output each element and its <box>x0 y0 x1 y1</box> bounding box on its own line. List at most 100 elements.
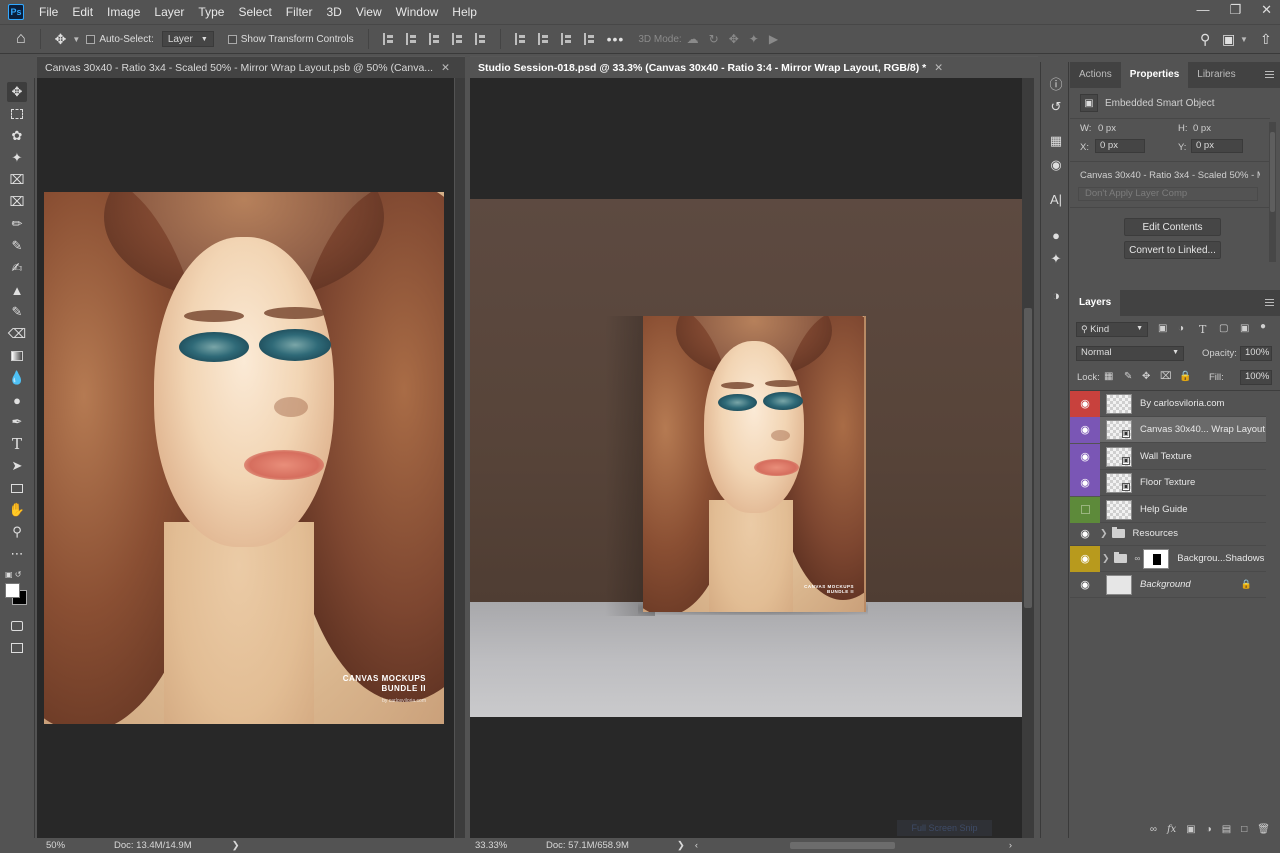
foreground-color-swatch[interactable] <box>5 583 20 598</box>
history-brush-icon[interactable]: ✎ <box>7 302 27 322</box>
adjustments-icon[interactable]: ◑ <box>1047 286 1065 304</box>
visibility-toggle-hidden[interactable] <box>1070 496 1100 523</box>
fill-input[interactable]: 100% <box>1240 370 1272 385</box>
menu-image[interactable]: Image <box>100 0 147 24</box>
pen-tool-icon[interactable]: ✒ <box>7 412 27 432</box>
new-group-icon[interactable]: ▤ <box>1222 824 1231 835</box>
filter-kind-dropdown[interactable]: ⚲ Kind ▼ <box>1076 322 1148 337</box>
zoom-level[interactable]: 33.33% <box>475 840 525 851</box>
link-layers-icon[interactable]: ∞ <box>1150 824 1157 835</box>
edit-contents-button[interactable]: Edit Contents <box>1124 218 1221 236</box>
menu-file[interactable]: File <box>32 0 65 24</box>
document-size[interactable]: Doc: 57.1M/658.9M <box>546 840 629 851</box>
lock-image-icon[interactable]: ✎ <box>1124 371 1132 382</box>
expand-chevron-icon[interactable]: ❯ <box>1102 553 1110 564</box>
tab-properties[interactable]: Properties <box>1120 62 1189 88</box>
layer-group-row[interactable]: ◉ ❯ Resources <box>1070 522 1266 546</box>
visibility-eye-icon[interactable]: ◉ <box>1070 572 1100 598</box>
align-right-icon[interactable] <box>428 33 440 45</box>
align-top-icon[interactable] <box>451 33 463 45</box>
workspace-icon[interactable]: ▣ <box>1222 31 1235 48</box>
menu-3d[interactable]: 3D <box>319 0 348 24</box>
history-icon[interactable]: ↺ <box>1047 98 1065 116</box>
more-tools-icon[interactable]: ⋯ <box>7 544 27 564</box>
opacity-input[interactable]: 100% <box>1240 346 1272 361</box>
crop-tool-icon[interactable]: ⌧ <box>7 170 27 190</box>
visibility-eye-icon[interactable]: ◉ <box>1070 545 1100 572</box>
search-icon[interactable]: ⚲ <box>1200 31 1210 48</box>
properties-scrollbar[interactable] <box>1269 122 1276 262</box>
close-tab-icon[interactable]: ✕ <box>934 62 943 74</box>
auto-select-target-dropdown[interactable]: Layer ▼ <box>161 31 214 47</box>
document-2-canvas[interactable]: CANVAS MOCKUPS BUNDLE II Full Screen Sni… <box>470 78 1022 838</box>
blur-tool-icon[interactable]: 💧 <box>7 368 27 388</box>
hand-tool-icon[interactable]: ✋ <box>7 500 27 520</box>
lasso-tool-icon[interactable]: ✿ <box>7 126 27 146</box>
frame-tool-icon[interactable]: ⌧ <box>7 192 27 212</box>
delete-layer-icon[interactable]: 🗑 <box>1257 824 1270 835</box>
visibility-eye-icon[interactable]: ◉ <box>1070 521 1100 547</box>
layer-row[interactable]: ◉ By carlosviloria.com <box>1070 390 1266 417</box>
scrollbar-thumb[interactable] <box>1024 308 1032 608</box>
x-position-input[interactable]: 0 px <box>1095 139 1145 153</box>
tab-document-1[interactable]: Canvas 30x40 - Ratio 3x4 - Scaled 50% - … <box>37 56 465 78</box>
document-1-canvas[interactable]: CANVAS MOCKUPS BUNDLE II by carlosvilori… <box>37 78 454 838</box>
layer-row[interactable]: ◉ Background 🔒 <box>1070 572 1266 598</box>
visibility-eye-icon[interactable]: ◉ <box>1070 390 1100 417</box>
y-position-input[interactable]: 0 px <box>1191 139 1243 153</box>
info-icon[interactable]: ⓘ <box>1047 74 1065 92</box>
layer-style-icon[interactable]: fx <box>1167 824 1176 835</box>
share-icon[interactable]: ⇧ <box>1260 31 1272 48</box>
3d-orbit-icon[interactable]: ☁ <box>687 32 699 46</box>
panel-menu-icon[interactable] <box>1265 71 1274 78</box>
distribute-spacing-icon[interactable] <box>583 33 595 45</box>
tab-libraries[interactable]: Libraries <box>1188 62 1244 88</box>
eraser-icon[interactable]: ⌫ <box>7 324 27 344</box>
visibility-eye-icon[interactable]: ◉ <box>1070 469 1100 496</box>
document-size[interactable]: Doc: 13.4M/14.9M <box>114 840 192 851</box>
visibility-eye-icon[interactable]: ◉ <box>1070 443 1100 470</box>
move-tool-icon[interactable]: ✥ <box>7 82 27 102</box>
filter-pixel-icon[interactable]: ▣ <box>1158 323 1167 334</box>
stamp-tool-icon[interactable]: ▲ <box>7 280 27 300</box>
distribute-middle-icon[interactable] <box>537 33 549 45</box>
chevron-down-icon[interactable]: ▼ <box>1240 35 1248 44</box>
3d-pan-icon[interactable]: ✥ <box>729 32 739 46</box>
filter-adjustment-icon[interactable]: ◑ <box>1178 323 1184 334</box>
zoom-tool-icon[interactable]: ⚲ <box>7 522 27 542</box>
swatches-icon[interactable]: ◉ <box>1047 156 1065 174</box>
filter-toggle-icon[interactable]: ● <box>1260 321 1266 332</box>
close-icon[interactable]: ✕ <box>1261 0 1272 20</box>
3d-slide-icon[interactable]: ✦ <box>749 32 759 46</box>
quick-mask-icon[interactable] <box>7 616 27 636</box>
path-selection-icon[interactable]: ➤ <box>7 456 27 476</box>
visibility-eye-icon[interactable]: ◉ <box>1070 416 1100 443</box>
layer-group-row[interactable]: ◉ ❯ ∞ Backgrou...Shadows <box>1070 545 1266 572</box>
3d-scale-icon[interactable]: ▶ <box>769 32 778 46</box>
restore-icon[interactable]: ❐ <box>1229 0 1241 20</box>
tab-actions[interactable]: Actions <box>1070 62 1121 88</box>
align-left-icon[interactable] <box>382 33 394 45</box>
lock-artboard-icon[interactable]: ⌧ <box>1160 371 1172 382</box>
eyedropper-icon[interactable]: ✏ <box>7 214 27 234</box>
align-middle-icon[interactable] <box>474 33 486 45</box>
default-colors-icon[interactable]: ▣ ↺ <box>5 570 21 579</box>
3d-roll-icon[interactable]: ↻ <box>709 32 719 46</box>
convert-to-linked-button[interactable]: Convert to Linked... <box>1124 241 1221 259</box>
brush-tool-icon[interactable]: ✍ <box>7 258 27 278</box>
new-layer-icon[interactable]: □ <box>1241 824 1247 835</box>
filter-type-icon[interactable]: T <box>1199 323 1206 336</box>
lock-transparency-icon[interactable]: ▦ <box>1104 371 1113 382</box>
mask-link-icon[interactable]: ∞ <box>1135 554 1141 563</box>
menu-type[interactable]: Type <box>191 0 231 24</box>
layer-row-selected[interactable]: ◉ ▣ Canvas 30x40... Wrap Layout <box>1070 416 1266 443</box>
filter-shape-icon[interactable]: ▢ <box>1219 323 1228 334</box>
more-options-icon[interactable]: ••• <box>607 31 625 47</box>
home-icon[interactable]: ⌂ <box>16 30 26 48</box>
dodge-tool-icon[interactable]: ● <box>7 390 27 410</box>
auto-select-checkbox[interactable]: Auto-Select: <box>86 34 154 45</box>
rectangle-tool-icon[interactable] <box>7 478 27 498</box>
lock-all-icon[interactable]: 🔒 <box>1179 371 1191 382</box>
character-icon[interactable]: A| <box>1047 190 1065 208</box>
tab-layers[interactable]: Layers <box>1070 290 1121 316</box>
